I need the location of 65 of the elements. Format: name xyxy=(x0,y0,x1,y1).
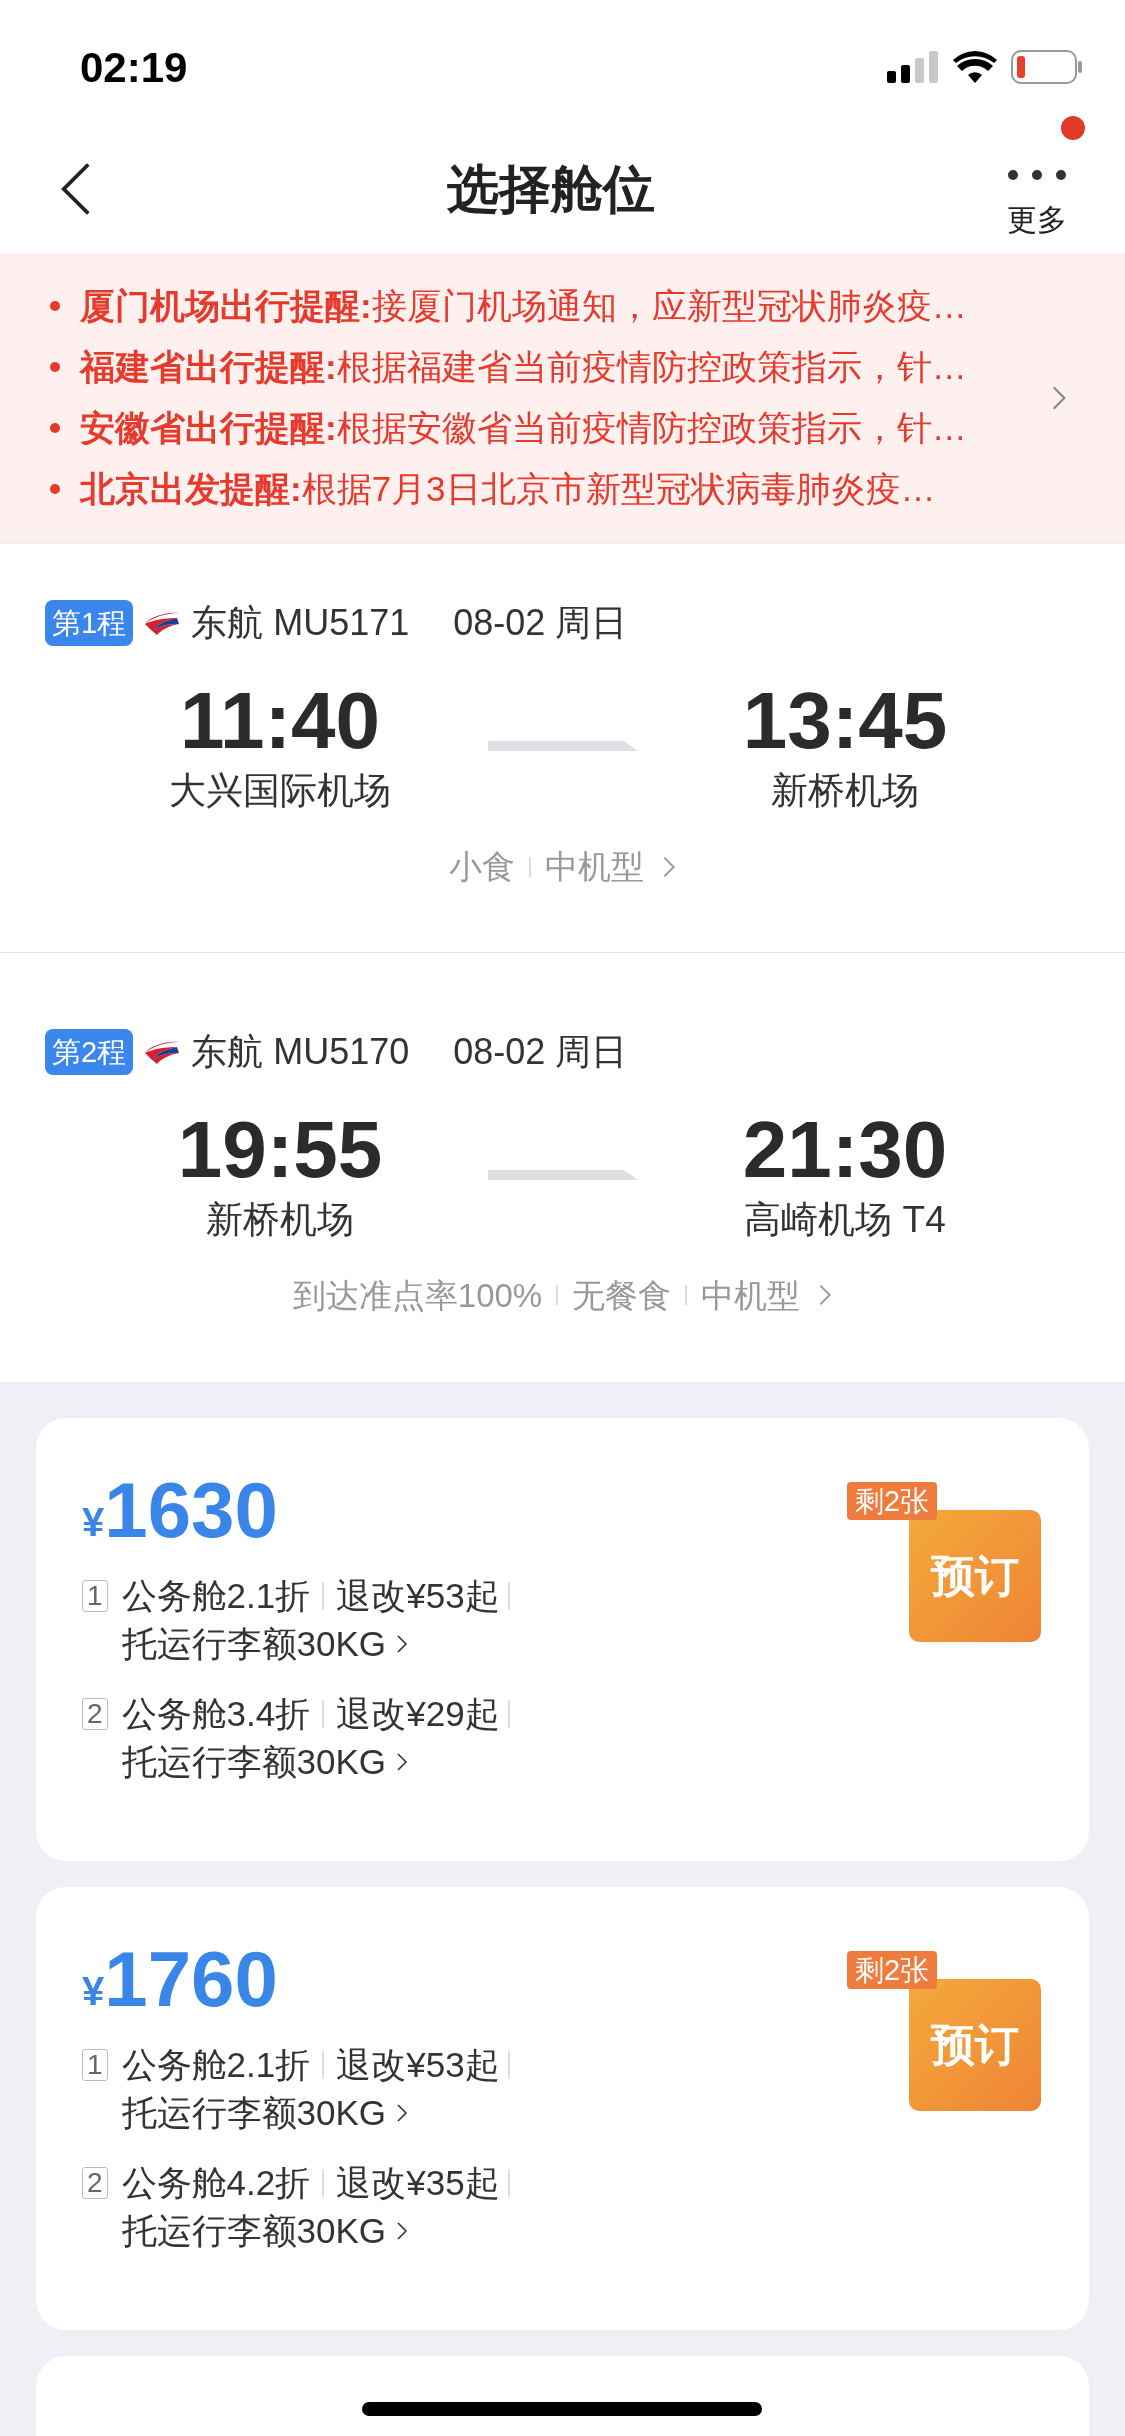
notice-panel[interactable]: 厦门机场出行提醒:接厦门机场通知，应新型冠状肺炎疫… 福建省出行提醒:根据福建省当前疫情防控政策指示，针… 安徽省出行提醒:根据安徽省当前疫情防控政策指示，针… 北京出发提醒:根据7月3日北京市新型冠状病毒肺炎疫… xyxy=(0,253,1125,543)
status-time: 02:19 xyxy=(80,42,188,93)
baggage-allowance: 托运行李额30KG xyxy=(121,2092,387,2134)
refund-fee: 退改¥35起 xyxy=(336,2162,500,2204)
departure-time: 11:40 xyxy=(179,676,381,766)
baggage-allowance: 托运行李额30KG xyxy=(121,1741,387,1783)
cabin-discount: 公务舱3.4折 xyxy=(121,1693,311,1735)
bullet-icon xyxy=(50,423,60,434)
baggage-allowance: 托运行李额30KG xyxy=(121,1623,387,1665)
baggage-allowance: 托运行李额30KG xyxy=(121,2210,387,2252)
tickets-left-badge: 剩2张 xyxy=(847,1951,938,1989)
arrival-time: 13:45 xyxy=(742,676,948,766)
refund-fee: 退改¥53起 xyxy=(336,2044,500,2086)
flight-info: 中机型 xyxy=(545,847,644,887)
fare-price: 1760 xyxy=(104,1937,278,2021)
chevron-right-icon xyxy=(396,2220,409,2242)
flight-info: 小食 xyxy=(449,847,515,887)
option-index: 1 xyxy=(82,1580,108,1612)
cabin-discount: 公务舱2.1折 xyxy=(121,1575,311,1617)
flight-info: 无餐食 xyxy=(572,1275,672,1316)
flight-info: 到达准点率100% xyxy=(292,1275,543,1316)
more-button[interactable]: 更多 xyxy=(1007,135,1067,243)
departure-airport: 新桥机场 xyxy=(206,1197,354,1242)
bullet-icon xyxy=(50,301,60,312)
fare-price: 1630 xyxy=(104,1468,278,1552)
segment-tag: 第2程 xyxy=(45,1028,134,1075)
wifi-icon xyxy=(953,51,997,84)
currency-symbol: ¥ xyxy=(82,1499,105,1546)
cabin-discount: 公务舱2.1折 xyxy=(121,2044,311,2086)
airline-name: 东航 xyxy=(191,1029,264,1074)
chevron-right-icon xyxy=(396,1633,409,1655)
arrival-airport: 高崎机场 T4 xyxy=(744,1197,946,1242)
arrival-time: 21:30 xyxy=(742,1104,948,1195)
cabin-discount: 公务舱4.2折 xyxy=(121,2162,311,2204)
option-index: 2 xyxy=(82,1698,108,1730)
more-icon xyxy=(1007,169,1067,182)
segment-tag: 第1程 xyxy=(45,600,134,646)
arrival-airport: 新桥机场 xyxy=(771,769,919,813)
chevron-right-icon xyxy=(396,1751,409,1773)
tickets-left-badge: 剩2张 xyxy=(847,1482,938,1520)
departure-time: 19:55 xyxy=(177,1104,383,1195)
flight-number: MU5171 xyxy=(273,601,410,645)
signal-icon xyxy=(887,51,939,84)
refund-fee: 退改¥53起 xyxy=(336,1575,500,1617)
notice-text: 安徽省出行提醒:根据安徽省当前疫情防控政策指示，针… xyxy=(80,406,967,449)
notice-text: 厦门机场出行提醒:接厦门机场通知，应新型冠状肺炎疫… xyxy=(80,284,967,327)
flight-date: 08-02 周日 xyxy=(453,1029,628,1074)
departure-airport: 大兴国际机场 xyxy=(169,769,391,813)
flight-info: 中机型 xyxy=(701,1275,801,1316)
bullet-icon xyxy=(50,362,60,373)
notice-text: 福建省出行提醒:根据福建省当前疫情防控政策指示，针… xyxy=(80,345,967,388)
battery-icon xyxy=(1011,50,1083,85)
page-title: 选择舱位 xyxy=(446,158,655,220)
bullet-icon xyxy=(50,484,60,495)
airline-name: 东航 xyxy=(191,601,264,645)
chevron-right-icon xyxy=(396,2102,409,2124)
option-index: 1 xyxy=(82,2049,108,2081)
refund-fee: 退改¥29起 xyxy=(336,1693,500,1735)
airline-logo-icon xyxy=(143,610,182,636)
flight-date: 08-02 周日 xyxy=(453,601,628,645)
notice-text: 北京出发提醒:根据7月3日北京市新型冠状病毒肺炎疫… xyxy=(80,467,936,510)
chevron-right-icon xyxy=(662,854,676,879)
currency-symbol: ¥ xyxy=(82,1968,105,2015)
option-index: 2 xyxy=(82,2167,108,2199)
flight-number: MU5170 xyxy=(273,1029,410,1074)
